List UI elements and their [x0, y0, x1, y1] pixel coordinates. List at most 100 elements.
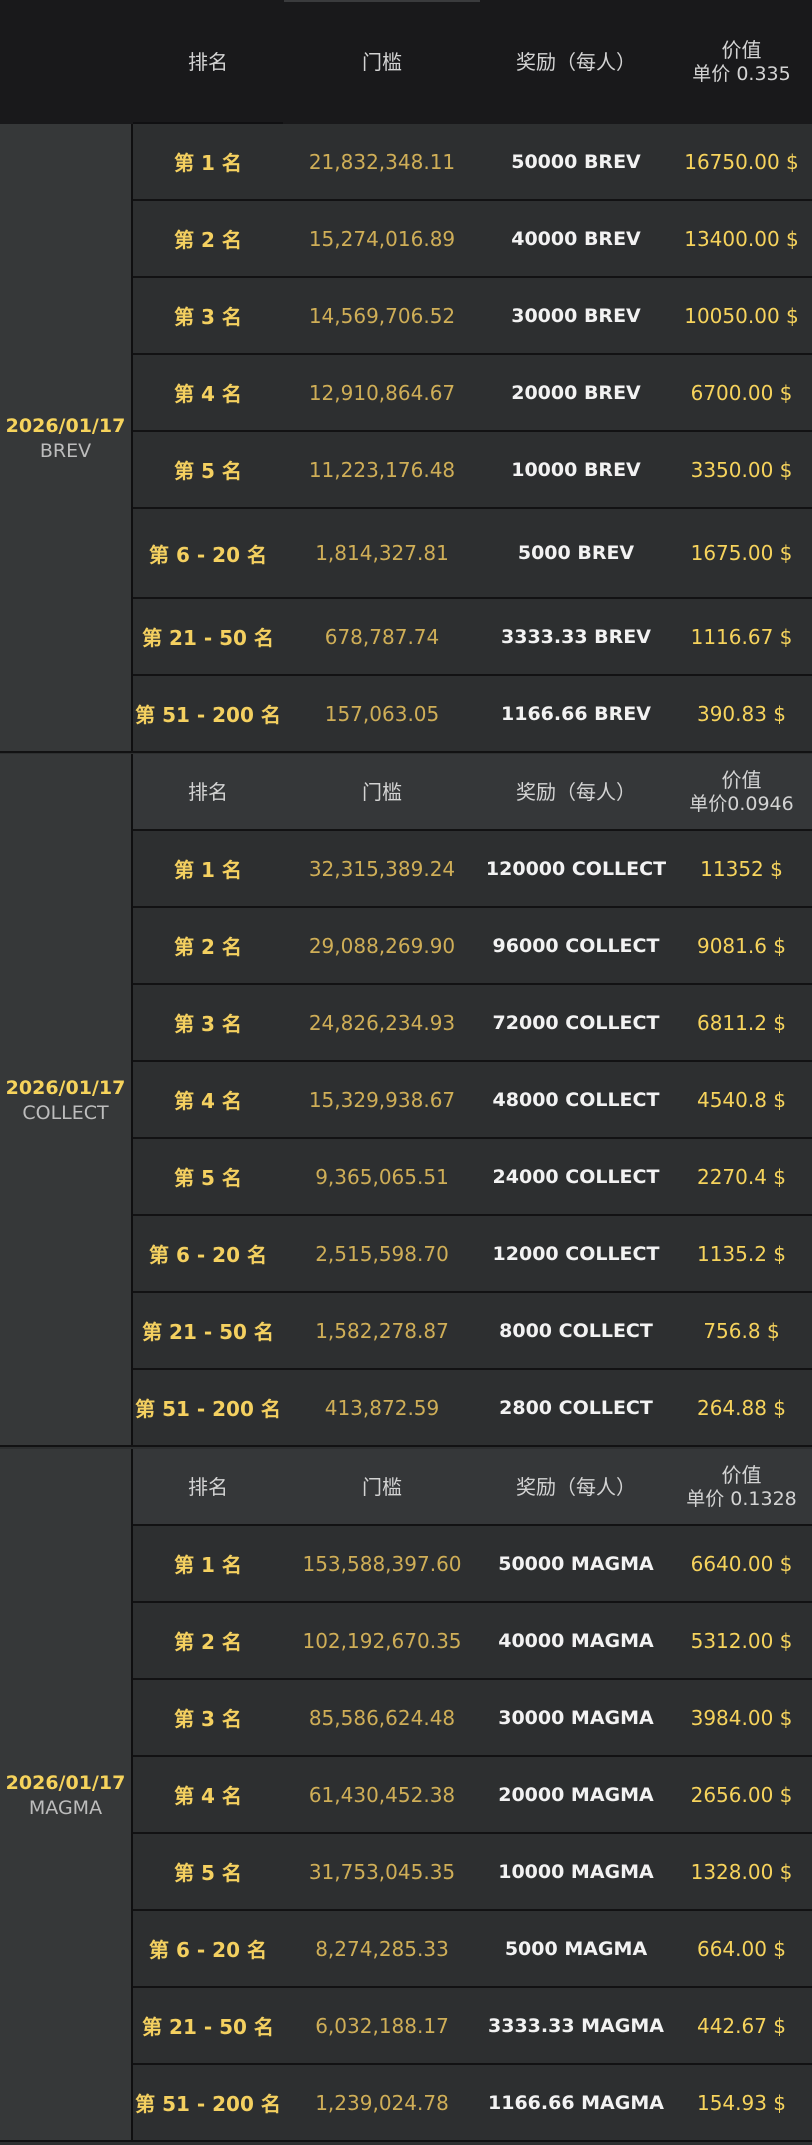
cell-rank: 第 2 名: [133, 908, 283, 985]
cell-value: 4540.8 $: [671, 1062, 812, 1139]
cell-threshold: 11,223,176.48: [283, 432, 481, 509]
cell-value: 6640.00 $: [671, 1526, 812, 1603]
cell-value: 2270.4 $: [671, 1139, 812, 1216]
cell-value: 664.00 $: [671, 1911, 812, 1988]
cell-threshold: 153,588,397.60: [283, 1526, 481, 1603]
cell-rank: 第 5 名: [133, 1834, 283, 1911]
cell-threshold: 61,430,452.38: [283, 1757, 481, 1834]
cell-value: 2656.00 $: [671, 1757, 812, 1834]
cell-rank: 第 21 - 50 名: [133, 599, 283, 676]
group-label-collect: 2026/01/17 COLLECT: [0, 754, 133, 1447]
subheader-threshold-label: 门槛: [362, 779, 402, 804]
cell-threshold: 12,910,864.67: [283, 355, 481, 432]
subheader-value: 价值 单价 0.1328: [671, 1449, 812, 1526]
header-rank: 排名: [133, 0, 283, 124]
cell-reward: 48000 COLLECT: [481, 1062, 671, 1139]
cell-value: 13400.00 $: [671, 201, 812, 278]
cell-rank: 第 2 名: [133, 1603, 283, 1680]
cell-reward: 5000 MAGMA: [481, 1911, 671, 1988]
cell-threshold: 85,586,624.48: [283, 1680, 481, 1757]
group-date: 2026/01/17: [5, 414, 126, 437]
group-token: MAGMA: [28, 1796, 103, 1819]
cell-threshold: 15,274,016.89: [283, 201, 481, 278]
group-date: 2026/01/17: [5, 1076, 126, 1099]
cell-reward: 50000 BREV: [481, 124, 671, 201]
header-threshold: 门槛: [283, 0, 481, 124]
cell-reward: 50000 MAGMA: [481, 1526, 671, 1603]
table-header: 排名 门槛 奖励（每人） 价值 单价 0.335: [0, 0, 812, 124]
group-divider: [0, 2140, 812, 2142]
reward-table: 排名 门槛 奖励（每人） 价值 单价 0.335 2026/01/17 BREV 第…: [0, 0, 812, 2145]
cell-threshold: 6,032,188.17: [283, 1988, 481, 2065]
cell-rank: 第 51 - 200 名: [133, 2065, 283, 2142]
cell-reward: 3333.33 MAGMA: [481, 1988, 671, 2065]
group-date: 2026/01/17: [5, 1771, 126, 1794]
cell-value: 154.93 $: [671, 2065, 812, 2142]
cell-value: 1116.67 $: [671, 599, 812, 676]
cell-value: 10050.00 $: [671, 278, 812, 355]
cell-value: 756.8 $: [671, 1293, 812, 1370]
cell-threshold: 32,315,389.24: [283, 831, 481, 908]
cell-threshold: 1,814,327.81: [283, 509, 481, 599]
cell-threshold: 2,515,598.70: [283, 1216, 481, 1293]
cell-value: 9081.6 $: [671, 908, 812, 985]
cell-rank: 第 4 名: [133, 1062, 283, 1139]
cell-value: 11352 $: [671, 831, 812, 908]
subheader-reward-label: 奖励（每人）: [516, 779, 636, 804]
cell-reward: 5000 BREV: [481, 509, 671, 599]
subheader-unit-price: 单价 0.1328: [686, 1487, 797, 1510]
cell-reward: 2800 COLLECT: [481, 1370, 671, 1447]
subheader-reward-label: 奖励（每人）: [516, 1474, 636, 1499]
cell-reward: 3333.33 BREV: [481, 599, 671, 676]
cell-rank: 第 5 名: [133, 1139, 283, 1216]
cell-reward: 96000 COLLECT: [481, 908, 671, 985]
cell-reward: 30000 MAGMA: [481, 1680, 671, 1757]
header-rank-label: 排名: [188, 50, 228, 74]
group-label-brev: 2026/01/17 BREV: [0, 124, 133, 753]
cell-threshold: 8,274,285.33: [283, 1911, 481, 1988]
header-value-label: 价值: [721, 38, 762, 62]
cell-value: 3984.00 $: [671, 1680, 812, 1757]
cell-threshold: 157,063.05: [283, 676, 481, 753]
cell-rank: 第 6 - 20 名: [133, 509, 283, 599]
header-reward: 奖励（每人）: [481, 0, 671, 124]
cell-reward: 1166.66 MAGMA: [481, 2065, 671, 2142]
subheader-threshold-label: 门槛: [362, 1474, 402, 1499]
cell-reward: 40000 MAGMA: [481, 1603, 671, 1680]
cell-reward: 20000 MAGMA: [481, 1757, 671, 1834]
cell-reward: 20000 BREV: [481, 355, 671, 432]
cell-rank: 第 1 名: [133, 831, 283, 908]
cell-reward: 10000 MAGMA: [481, 1834, 671, 1911]
cell-rank: 第 4 名: [133, 1757, 283, 1834]
cell-reward: 1166.66 BREV: [481, 676, 671, 753]
cell-rank: 第 3 名: [133, 985, 283, 1062]
cell-value: 5312.00 $: [671, 1603, 812, 1680]
cell-value: 3350.00 $: [671, 432, 812, 509]
group-label-magma: 2026/01/17 MAGMA: [0, 1449, 133, 2142]
subheader-value-label: 价值: [721, 767, 762, 792]
cell-value: 264.88 $: [671, 1370, 812, 1447]
cell-rank: 第 21 - 50 名: [133, 1293, 283, 1370]
cell-value: 390.83 $: [671, 676, 812, 753]
cell-rank: 第 5 名: [133, 432, 283, 509]
cell-rank: 第 3 名: [133, 278, 283, 355]
cell-rank: 第 1 名: [133, 1526, 283, 1603]
group-divider: [0, 1445, 812, 1447]
cell-threshold: 413,872.59: [283, 1370, 481, 1447]
subheader-reward: 奖励（每人）: [481, 754, 671, 831]
subheader-rank-label: 排名: [188, 1474, 228, 1499]
header-unit-price: 单价 0.335: [692, 63, 791, 85]
subheader-threshold: 门槛: [283, 754, 481, 831]
cell-rank: 第 1 名: [133, 124, 283, 201]
subheader-rank: 排名: [133, 1449, 283, 1526]
cell-reward: 12000 COLLECT: [481, 1216, 671, 1293]
subheader-rank: 排名: [133, 754, 283, 831]
cell-value: 1328.00 $: [671, 1834, 812, 1911]
subheader-value-label: 价值: [721, 1462, 762, 1487]
cell-reward: 24000 COLLECT: [481, 1139, 671, 1216]
cell-threshold: 24,826,234.93: [283, 985, 481, 1062]
cell-rank: 第 3 名: [133, 1680, 283, 1757]
cell-threshold: 14,569,706.52: [283, 278, 481, 355]
cell-value: 6811.2 $: [671, 985, 812, 1062]
cell-rank: 第 51 - 200 名: [133, 1370, 283, 1447]
